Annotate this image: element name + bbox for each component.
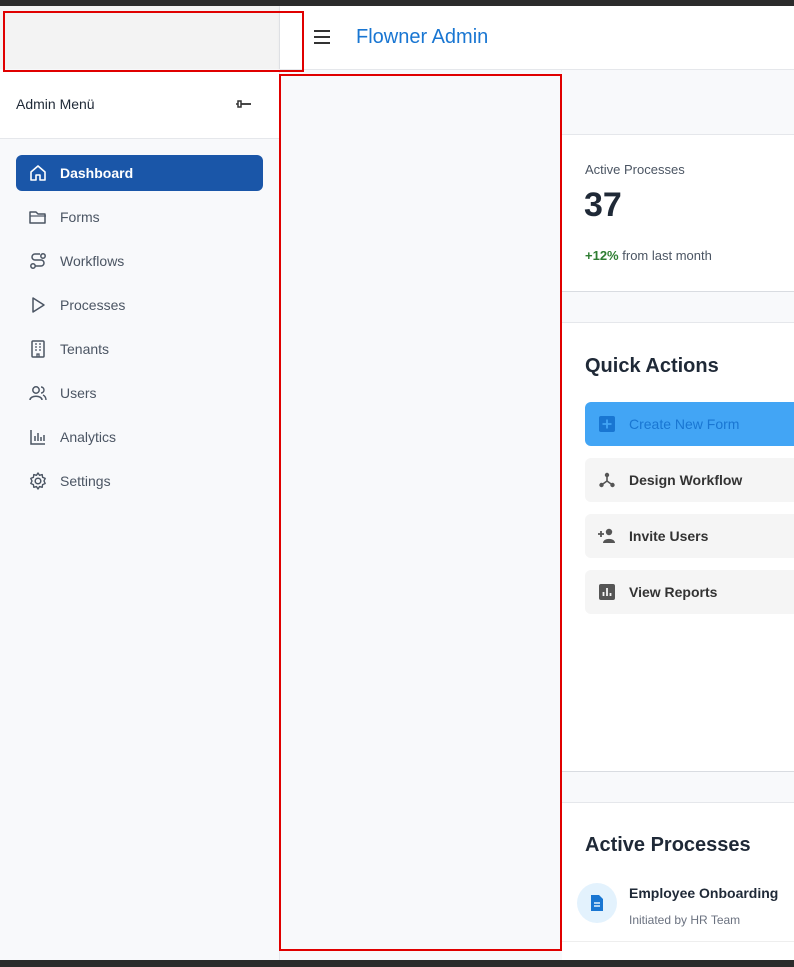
stat-label: Active Processes [585,162,685,177]
list-item[interactable]: Employee Onboarding Initiated by HR Team [562,873,794,942]
sidebar-item-users[interactable]: Users [16,375,263,411]
sidebar-item-dashboard[interactable]: Dashboard [16,155,263,191]
active-processes-card: Active Processes Employee Onboarding Ini… [562,802,794,960]
sidebar-item-settings[interactable]: Settings [16,463,263,499]
sidebar-nav: Dashboard Forms Workflows Processes Tena… [0,139,279,499]
button-label: Create New Form [629,416,740,432]
logo-area [0,6,280,69]
folder-icon [28,207,48,227]
button-label: Design Workflow [629,472,743,488]
sidebar-item-label: Tenants [60,341,110,357]
stat-card-active-processes: Active Processes 37 +12% from last month [562,134,794,292]
sidebar-item-forms[interactable]: Forms [16,199,263,235]
sidebar: Admin Menü Dashboard Forms Workflows Pro… [0,70,280,960]
sidebar-item-label: Dashboard [60,165,134,181]
sidebar-item-label: Workflows [60,253,125,269]
sidebar-item-tenants[interactable]: Tenants [16,331,263,367]
invite-users-button[interactable]: Invite Users [585,514,794,558]
gear-icon [28,471,48,491]
sidebar-item-label: Users [60,385,97,401]
document-icon [577,883,617,923]
pin-icon[interactable] [236,97,252,111]
quick-actions-card: Quick Actions Create New Form Design Wor… [562,322,794,772]
design-workflow-button[interactable]: Design Workflow [585,458,794,502]
route-icon [28,251,48,271]
users-icon [28,383,48,403]
button-label: View Reports [629,584,718,600]
sidebar-item-label: Settings [60,473,111,489]
stat-change-suffix: from last month [622,248,712,263]
building-icon [28,339,48,359]
report-icon [597,582,617,602]
empty-panel [280,70,561,960]
menu-icon[interactable] [314,30,330,44]
plus-box-icon [597,414,617,434]
sidebar-item-label: Forms [60,209,100,225]
dashboard-content: Active Processes 37 +12% from last month… [562,70,794,960]
person-add-icon [597,526,617,546]
stat-value: 37 [584,186,622,224]
stat-change: +12% from last month [585,248,712,263]
sidebar-item-workflows[interactable]: Workflows [16,243,263,279]
top-app-bar: Flowner Admin [280,6,794,70]
app-title: Flowner Admin [356,26,489,48]
sidebar-title: Admin Menü [16,96,95,112]
create-new-form-button[interactable]: Create New Form [585,402,794,446]
hub-icon [597,470,617,490]
bar-chart-icon [28,427,48,447]
stat-change-value: +12% [585,248,619,263]
sidebar-item-label: Processes [60,297,126,313]
home-icon [28,163,48,183]
sidebar-item-label: Analytics [60,429,117,445]
active-processes-title: Active Processes [585,834,751,856]
sidebar-item-processes[interactable]: Processes [16,287,263,323]
sidebar-item-analytics[interactable]: Analytics [16,419,263,455]
process-name: Employee Onboarding [629,885,779,901]
button-label: Invite Users [629,528,709,544]
app-window: Flowner Admin Admin Menü Dashboard Forms… [0,6,794,960]
process-initiator: Initiated by HR Team [629,913,741,927]
sidebar-header: Admin Menü [0,70,279,139]
view-reports-button[interactable]: View Reports [585,570,794,614]
quick-actions-title: Quick Actions [585,355,719,377]
play-icon [28,295,48,315]
